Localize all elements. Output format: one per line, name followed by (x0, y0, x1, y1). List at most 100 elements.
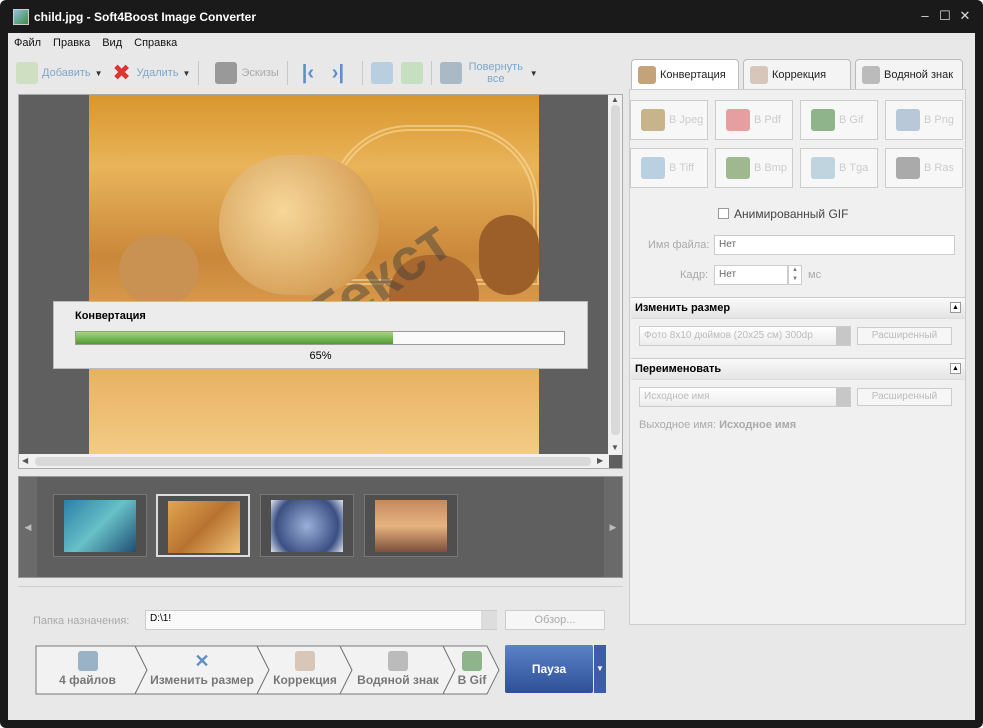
destination-folder-input[interactable]: D:\1! (145, 610, 497, 630)
scroll-up-icon[interactable]: ▲ (611, 95, 619, 104)
format-bmp-button[interactable]: В Bmp (715, 148, 793, 188)
client-area: Файл Правка Вид Справка Добавить ▼ ✖ Удал… (8, 33, 975, 720)
menu-edit[interactable]: Правка (47, 33, 96, 55)
collapse-icon[interactable]: ▲ (950, 363, 961, 374)
horizontal-scrollbar[interactable]: ◀ ▶ (19, 454, 609, 468)
jpeg-icon (641, 109, 665, 131)
frame-label: Кадр: (680, 269, 709, 281)
chevron-down-icon[interactable] (481, 611, 497, 629)
frame-spinner[interactable]: ▲ ▼ (788, 265, 802, 285)
tiff-icon (641, 157, 665, 179)
toolbar-separator (361, 61, 363, 85)
conversion-panel: В Jpeg В Pdf В Gif В Png В Tiff В Bmp В … (629, 89, 966, 625)
minimize-icon[interactable]: – (916, 8, 934, 24)
step-files[interactable]: 4 файлов (40, 645, 135, 695)
browse-button[interactable]: Обзор... (505, 610, 605, 630)
menu-help[interactable]: Справка (128, 33, 183, 55)
close-icon[interactable]: ✕ (956, 8, 974, 24)
toolbar-separator (430, 61, 432, 85)
preview-image: Текст (89, 95, 539, 455)
image-viewer[interactable]: Текст ▲ ▼ ◀ ▶ (18, 94, 623, 469)
thumbnail-strip: ◀ ▶ (18, 476, 623, 578)
conversion-icon (638, 66, 656, 84)
menu-file[interactable]: Файл (8, 33, 47, 55)
resize-advanced-button[interactable]: Расширенный (857, 327, 952, 345)
checkbox-box[interactable] (718, 208, 729, 219)
format-tga-button[interactable]: В Tga (800, 148, 878, 188)
pause-dropdown-icon[interactable]: ▼ (594, 645, 606, 693)
thumbnail-image (271, 500, 343, 552)
resize-section-header[interactable]: Изменить размер ▲ (631, 297, 965, 319)
progress-fill (76, 332, 394, 344)
last-image-icon[interactable]: ›| (332, 62, 354, 84)
thumbnail-image (64, 500, 136, 552)
tab-watermark[interactable]: Водяной знак (855, 59, 963, 89)
divider (18, 586, 623, 587)
chevron-down-icon (836, 327, 850, 345)
thumbnails-button[interactable]: Эскизы (215, 62, 279, 84)
rename-advanced-button[interactable]: Расширенный (857, 388, 952, 406)
strip-right-icon[interactable]: ▶ (604, 477, 622, 577)
conversion-steps: 4 файлов ✕ Изменить размер Коррекция Водя… (35, 645, 500, 695)
resize-preset-select[interactable]: Фото 8x10 дюймов (20x25 см) 300dp (639, 326, 851, 346)
app-icon (13, 9, 29, 25)
format-pdf-button[interactable]: В Pdf (715, 100, 793, 140)
frame-input[interactable]: Нет (714, 265, 788, 285)
rename-section-header[interactable]: Переименовать ▲ (631, 358, 965, 380)
progress-percent: 65% (309, 350, 332, 362)
thumbnail-image (168, 501, 240, 553)
menu-bar: Файл Правка Вид Справка (8, 33, 183, 55)
scroll-left-icon[interactable]: ◀ (22, 456, 28, 465)
rotate-right-icon[interactable] (400, 62, 423, 84)
add-button[interactable]: Добавить ▼ (16, 62, 103, 84)
teddy-bear (479, 215, 539, 295)
thumbnail-item[interactable] (260, 494, 354, 557)
title-bar: child.jpg - Soft4Boost Image Converter –… (0, 0, 983, 34)
progress-title: Конвертация (75, 310, 146, 322)
step-format[interactable]: В Gif (451, 645, 493, 695)
maximize-icon[interactable]: ☐ (936, 8, 954, 24)
step-correction[interactable]: Коррекция (265, 645, 345, 695)
first-image-icon[interactable]: |‹ (302, 62, 324, 84)
thumbnail-item[interactable] (53, 494, 147, 557)
scroll-thumb[interactable] (611, 105, 620, 435)
pause-button[interactable]: Пауза (505, 645, 593, 693)
delete-icon: ✖ (112, 60, 131, 85)
grid-icon (215, 62, 238, 84)
strip-left-icon[interactable]: ◀ (19, 477, 37, 577)
chevron-down-icon (836, 388, 850, 406)
format-jpeg-button[interactable]: В Jpeg (630, 100, 708, 140)
menu-view[interactable]: Вид (96, 33, 128, 55)
format-gif-button[interactable]: В Gif (800, 100, 878, 140)
vertical-scrollbar[interactable]: ▲ ▼ (608, 95, 622, 455)
step-watermark[interactable]: Водяной знак (349, 645, 447, 695)
animated-gif-checkbox[interactable]: Анимированный GIF (718, 207, 848, 221)
thumbnail-item[interactable] (364, 494, 458, 557)
tab-conversion[interactable]: Конвертация (631, 59, 739, 89)
file-name-input[interactable]: Нет (714, 235, 955, 255)
file-name-label: Имя файла: (648, 239, 710, 251)
rotate-left-icon[interactable] (370, 62, 393, 84)
collapse-icon[interactable]: ▲ (950, 302, 961, 313)
camera-icon (896, 157, 920, 179)
step-resize[interactable]: ✕ Изменить размер (143, 645, 261, 695)
scroll-right-icon[interactable]: ▶ (597, 456, 603, 465)
format-tiff-button[interactable]: В Tiff (630, 148, 708, 188)
rename-mode-select[interactable]: Исходное имя (639, 387, 851, 407)
delete-button[interactable]: ✖ Удалить ▼ (111, 60, 190, 85)
scroll-down-icon[interactable]: ▼ (611, 443, 619, 452)
add-icon (16, 62, 38, 84)
scroll-thumb[interactable] (35, 457, 591, 466)
thumbnail-item[interactable] (156, 494, 250, 557)
progress-dialog: Конвертация 65% (53, 301, 588, 369)
rotate-all-button[interactable]: Повернуть все ▼ (439, 61, 538, 85)
frame-unit: мс (808, 269, 822, 281)
toolbar-separator (286, 61, 288, 85)
format-ras-button[interactable]: В Ras (885, 148, 963, 188)
gif-icon (462, 651, 482, 671)
app-window: child.jpg - Soft4Boost Image Converter –… (0, 0, 983, 728)
format-png-button[interactable]: В Png (885, 100, 963, 140)
destination-label: Папка назначения: (33, 615, 130, 627)
stamp-icon (862, 66, 880, 84)
tab-correction[interactable]: Коррекция (743, 59, 851, 89)
